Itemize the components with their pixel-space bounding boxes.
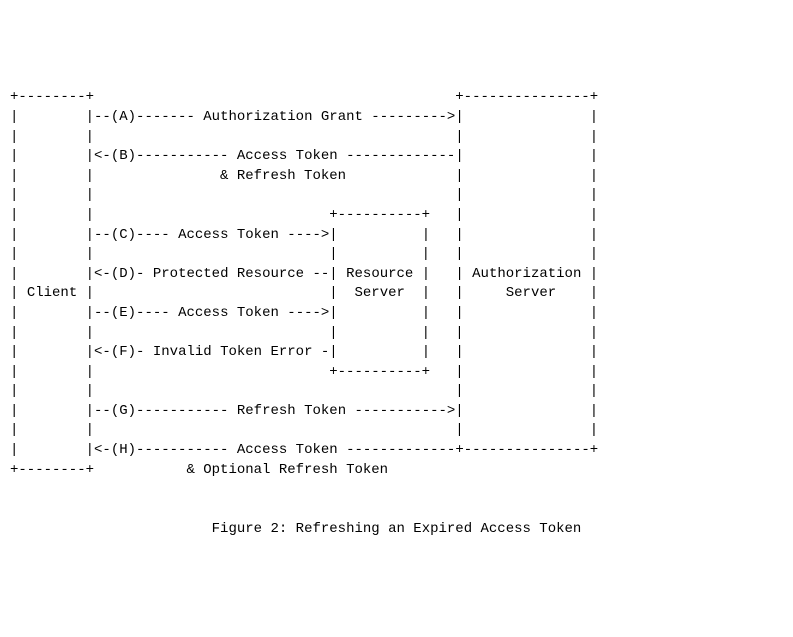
figure-caption: Figure 2: Refreshing an Expired Access T… (0, 510, 793, 540)
flow-label-c: (C) (111, 227, 136, 243)
flow-label-d: (D) (111, 266, 136, 282)
flow-e-text: Access Token (178, 305, 279, 321)
authorization-server-label2: Server (506, 285, 556, 301)
flow-b-text: Access Token (237, 148, 338, 164)
flow-h-text: Access Token (237, 442, 338, 458)
ascii-diagram: +--------+ +---------------+ | |--(A)---… (0, 78, 793, 490)
flow-label-e: (E) (111, 305, 136, 321)
flow-a-text: Authorization Grant (203, 109, 363, 125)
flow-label-b: (B) (111, 148, 136, 164)
flow-b-text2: & Refresh Token (220, 168, 346, 184)
flow-label-f: (F) (111, 344, 136, 360)
flow-g-text: Refresh Token (237, 403, 346, 419)
flow-label-g: (G) (111, 403, 136, 419)
flow-f-text: Invalid Token Error (153, 344, 313, 360)
resource-server-label2: Server (354, 285, 404, 301)
flow-c-text: Access Token (178, 227, 279, 243)
flow-d-text: Protected Resource (153, 266, 304, 282)
flow-h-text2: & Optional Refresh Token (186, 462, 388, 478)
client-label: Client (27, 285, 77, 301)
resource-server-label: Resource (346, 266, 413, 282)
flow-label-h: (H) (111, 442, 136, 458)
flow-label-a: (A) (111, 109, 136, 125)
authorization-server-label: Authorization (472, 266, 581, 282)
